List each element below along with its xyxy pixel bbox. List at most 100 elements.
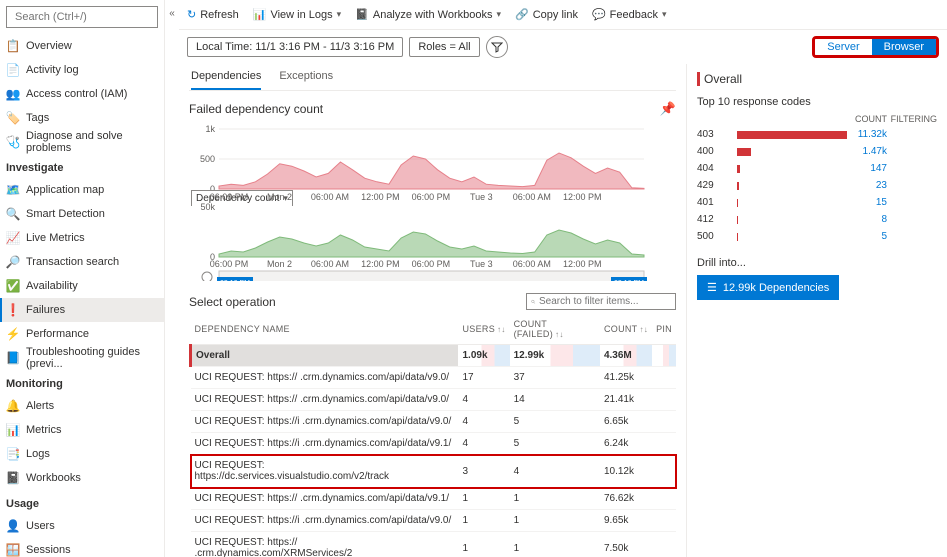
cell-count: 4.36M [600, 345, 652, 367]
svg-text:12:00 PM: 12:00 PM [563, 192, 602, 202]
table-row[interactable]: UCI REQUEST: https://dc.services.visuals… [191, 455, 677, 488]
response-code-row[interactable]: 404 147 [697, 160, 937, 177]
response-code-row[interactable]: 401 15 [697, 194, 937, 211]
chevron-down-icon: ▾ [662, 9, 667, 20]
rc-bar [737, 148, 751, 156]
cell-pin[interactable] [652, 455, 676, 488]
rc-count: 1.47k [847, 146, 887, 157]
nav-label: Workbooks [26, 472, 81, 484]
nav-item-transaction-search[interactable]: 🔎Transaction search [0, 250, 164, 274]
nav-item-activity-log[interactable]: 📄Activity log [0, 58, 164, 82]
filter-button[interactable] [486, 36, 508, 58]
response-code-row[interactable]: 412 8 [697, 211, 937, 228]
server-toggle[interactable]: Server [815, 39, 871, 55]
cell-pin[interactable] [652, 510, 676, 532]
nav-label: Alerts [26, 400, 54, 412]
cell-name: UCI REQUEST: https://i .crm.dynamics.com… [191, 510, 459, 532]
response-code-row[interactable]: 429 23 [697, 177, 937, 194]
rc-count: 11.32k [847, 129, 887, 140]
nav-item-failures[interactable]: ❗Failures [0, 298, 164, 322]
cell-pin[interactable] [652, 532, 676, 557]
refresh-button[interactable]: ↻Refresh [187, 8, 239, 21]
cell-users: 4 [458, 411, 509, 433]
cell-name: UCI REQUEST: https://dc.services.visuals… [191, 455, 459, 488]
feedback-button[interactable]: 💬Feedback▾ [592, 8, 667, 21]
nav-item-overview[interactable]: 📋Overview [0, 34, 164, 58]
col-count[interactable]: COUNT↑↓ [600, 314, 652, 345]
nav-item-logs[interactable]: 📑Logs [0, 442, 164, 466]
nav-item-sessions[interactable]: 🪟Sessions [0, 538, 164, 557]
nav-item-performance[interactable]: ⚡Performance [0, 322, 164, 346]
nav-item-troubleshooting-guides-previ-[interactable]: 📘Troubleshooting guides (previ... [0, 346, 164, 370]
select-operation-title: Select operation [189, 295, 276, 309]
nav-icon: 📓 [6, 471, 20, 485]
nav-item-workbooks[interactable]: 📓 Workbooks [0, 466, 164, 490]
operations-table: DEPENDENCY NAME USERS↑↓ COUNT (FAILED)↑↓… [189, 314, 676, 557]
time-range-pill[interactable]: Local Time: 11/1 3:16 PM - 11/3 3:16 PM [187, 37, 403, 57]
table-row[interactable]: UCI REQUEST: https://i .crm.dynamics.com… [191, 510, 677, 532]
tab-dependencies[interactable]: Dependencies [191, 64, 261, 90]
nav-item-diagnose-and-solve-problems[interactable]: 🩺Diagnose and solve problems [0, 130, 164, 154]
svg-text:03:16 PM: 03:16 PM [614, 280, 644, 281]
svg-text:500: 500 [200, 154, 215, 164]
svg-text:Tue 3: Tue 3 [470, 192, 493, 202]
nav-item-alerts[interactable]: 🔔Alerts [0, 394, 164, 418]
cell-pin[interactable] [652, 488, 676, 510]
analyze-button[interactable]: 📓Analyze with Workbooks▾ [355, 8, 501, 21]
cell-users: 1.09k [458, 345, 509, 367]
nav-item-live-metrics[interactable]: 📈Live Metrics [0, 226, 164, 250]
operation-search[interactable] [526, 293, 676, 310]
failed-dependency-chart[interactable]: 05001kDependency count ▾050k06:00 PM06:0… [189, 121, 676, 281]
browser-toggle[interactable]: Browser [872, 39, 936, 55]
search-input[interactable] [15, 11, 157, 23]
table-row[interactable]: UCI REQUEST: https://i .crm.dynamics.com… [191, 433, 677, 455]
view-logs-button[interactable]: 📊View in Logs▾ [253, 8, 341, 21]
nav-item-availability[interactable]: ✅Availability [0, 274, 164, 298]
nav-item-access-control-iam-[interactable]: 👥Access control (IAM) [0, 82, 164, 106]
cell-failed: 37 [510, 367, 600, 389]
pin-icon[interactable]: 📌 [660, 101, 676, 117]
rc-bar [737, 131, 847, 139]
rc-code: 400 [697, 146, 737, 157]
cell-pin[interactable] [652, 411, 676, 433]
nav-item-metrics[interactable]: 📊Metrics [0, 418, 164, 442]
roles-pill[interactable]: Roles = All [409, 37, 479, 57]
nav-item-users[interactable]: 👤Users [0, 514, 164, 538]
sidebar-search[interactable] [6, 6, 158, 28]
nav-icon: 📈 [6, 231, 20, 245]
cell-failed: 12.99k [510, 345, 600, 367]
col-failed[interactable]: COUNT (FAILED)↑↓ [510, 314, 600, 345]
response-code-row[interactable]: 400 1.47k [697, 143, 937, 160]
cell-pin[interactable] [652, 433, 676, 455]
nav-section-investigate: Investigate [0, 154, 164, 178]
cell-name: UCI REQUEST: https:// .crm.dynamics.com/… [191, 367, 459, 389]
response-code-row[interactable]: 500 5 [697, 228, 937, 245]
table-row[interactable]: UCI REQUEST: https:// .crm.dynamics.com/… [191, 367, 677, 389]
table-row[interactable]: UCI REQUEST: https://i .crm.dynamics.com… [191, 411, 677, 433]
tab-exceptions[interactable]: Exceptions [279, 64, 333, 90]
main: ↻Refresh 📊View in Logs▾ 📓Analyze with Wo… [179, 0, 947, 557]
operation-search-input[interactable] [539, 296, 671, 307]
rc-code: 429 [697, 180, 737, 191]
table-row[interactable]: UCI REQUEST: https:// .crm.dynamics.com/… [191, 488, 677, 510]
copy-link-button[interactable]: 🔗Copy link [515, 8, 578, 21]
list-icon: ☰ [707, 281, 717, 294]
sidebar-collapse[interactable]: « [165, 0, 179, 557]
col-name[interactable]: DEPENDENCY NAME [191, 314, 459, 345]
chevron-down-icon: ▾ [496, 9, 501, 20]
cell-pin[interactable] [652, 367, 676, 389]
svg-text:06:00 AM: 06:00 AM [311, 259, 349, 269]
table-row[interactable]: Overall 1.09k 12.99k 4.36M [191, 345, 677, 367]
table-row[interactable]: UCI REQUEST: https:// .crm.dynamics.com/… [191, 389, 677, 411]
cell-name: UCI REQUEST: https:// .crm.dynamics.com/… [191, 532, 459, 557]
drill-dependencies-button[interactable]: ☰ 12.99k Dependencies [697, 275, 839, 300]
nav-item-smart-detection[interactable]: 🔍Smart Detection [0, 202, 164, 226]
nav-item-tags[interactable]: 🏷️Tags [0, 106, 164, 130]
cell-pin[interactable] [652, 345, 676, 367]
col-users[interactable]: USERS↑↓ [458, 314, 509, 345]
nav-item-application-map[interactable]: 🗺️Application map [0, 178, 164, 202]
cell-pin[interactable] [652, 389, 676, 411]
table-row[interactable]: UCI REQUEST: https:// .crm.dynamics.com/… [191, 532, 677, 557]
server-browser-toggle[interactable]: Server Browser [812, 36, 939, 58]
response-code-row[interactable]: 403 11.32k [697, 126, 937, 143]
